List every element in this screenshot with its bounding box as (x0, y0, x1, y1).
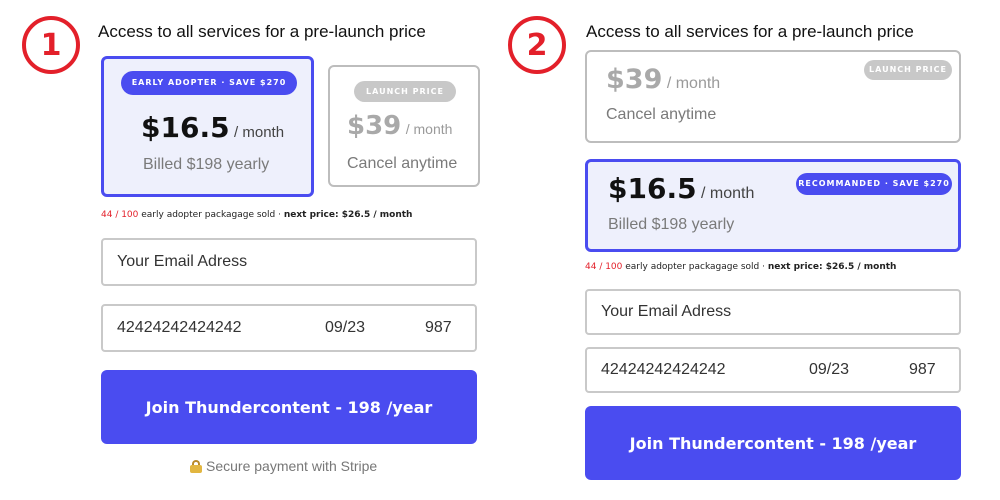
price-amount: $16.5 (608, 172, 697, 205)
card-number-value: 42424242424242 (117, 319, 242, 336)
launch-price: $39 / month (347, 111, 452, 141)
billing-note: Billed $198 yearly (608, 216, 735, 233)
next-price-note: next price: $26.5 / month (767, 262, 897, 272)
sold-count: 44 / 100 (585, 262, 623, 272)
price-amount: $16.5 (141, 111, 230, 144)
recommended-price: $16.5 / month (608, 172, 754, 205)
cancel-note: Cancel anytime (606, 106, 717, 123)
next-price-note: next price: $26.5 / month (283, 210, 413, 220)
variant-number-badge: 2 (508, 16, 566, 74)
email-field[interactable]: Your Email Adress (101, 238, 477, 286)
variant-number-badge: 1 (22, 16, 80, 74)
launch-price: $39 / month (606, 64, 720, 95)
launch-price-plan-card[interactable]: LAUNCH PRICE $39 / month Cancel anytime (585, 50, 961, 143)
lock-icon (190, 459, 202, 473)
card-number-value: 42424242424242 (601, 361, 726, 378)
early-adopter-badge: EARLY ADOPTER · SAVE $270 (121, 71, 297, 95)
cancel-note: Cancel anytime (347, 155, 458, 172)
price-amount: $39 (606, 64, 663, 95)
launch-price-badge: LAUNCH PRICE (354, 81, 456, 102)
secure-payment-label: Secure payment with Stripe (206, 458, 378, 474)
pricing-heading: Access to all services for a pre-launch … (586, 22, 914, 41)
price-unit: / month (666, 75, 721, 92)
sold-text: early adopter packagage sold · (138, 210, 284, 220)
sold-count: 44 / 100 (101, 210, 139, 220)
billing-note: Billed $198 yearly (143, 156, 270, 173)
sold-text: early adopter packagage sold · (622, 262, 768, 272)
recommended-badge: RECOMMANDED · SAVE $270 (796, 173, 952, 195)
sold-counter: 44 / 100 early adopter packagage sold · … (101, 210, 412, 220)
card-expiry-value: 09/23 (325, 319, 366, 336)
card-details-field[interactable]: 42424242424242 09/23 987 (101, 304, 477, 352)
card-details-field[interactable]: 42424242424242 09/23 987 (585, 347, 961, 393)
join-button[interactable]: Join Thundercontent - 198 /year (585, 406, 961, 480)
launch-price-plan-card[interactable]: LAUNCH PRICE $39 / month Cancel anytime (328, 65, 480, 187)
pricing-heading: Access to all services for a pre-launch … (98, 22, 426, 41)
price-unit: / month (234, 124, 285, 141)
launch-price-badge: LAUNCH PRICE (864, 60, 952, 80)
card-cvc-value: 987 (425, 319, 452, 336)
recommended-plan-card[interactable]: RECOMMANDED · SAVE $270 $16.5 / month Bi… (585, 159, 961, 252)
email-placeholder: Your Email Adress (117, 253, 248, 270)
early-adopter-price: $16.5 / month (141, 111, 284, 144)
sold-counter: 44 / 100 early adopter packagage sold · … (585, 262, 896, 272)
secure-payment-note: Secure payment with Stripe (190, 458, 377, 474)
price-unit: / month (405, 121, 453, 137)
email-placeholder: Your Email Adress (601, 303, 732, 320)
card-cvc-value: 987 (909, 361, 936, 378)
email-field[interactable]: Your Email Adress (585, 289, 961, 335)
card-expiry-value: 09/23 (809, 361, 850, 378)
price-unit: / month (701, 185, 755, 202)
price-amount: $39 (347, 111, 402, 141)
early-adopter-plan-card[interactable]: EARLY ADOPTER · SAVE $270 $16.5 / month … (101, 56, 314, 197)
join-button[interactable]: Join Thundercontent - 198 /year (101, 370, 477, 444)
